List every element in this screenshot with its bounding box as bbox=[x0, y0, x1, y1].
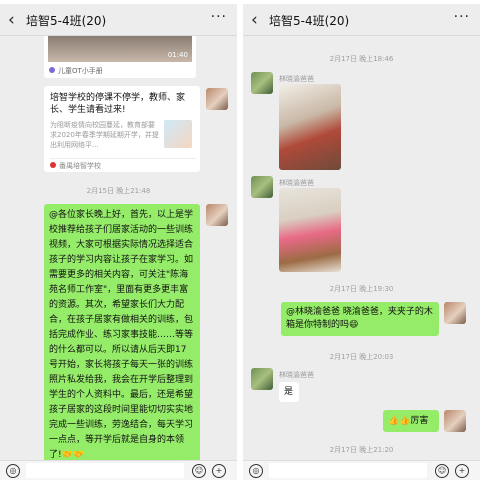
video-card[interactable]: 01:40 儿童OT小手册 bbox=[44, 36, 196, 78]
more-icon[interactable]: ··· bbox=[454, 9, 470, 25]
article-thumbnail bbox=[164, 120, 192, 148]
message-input[interactable] bbox=[26, 463, 184, 478]
video-source: 儿童OT小手册 bbox=[58, 67, 103, 75]
more-icon[interactable]: ··· bbox=[211, 9, 227, 25]
input-bar: ◎ ☺ + bbox=[243, 460, 480, 480]
chat-title: 培智5-4班(20) bbox=[269, 14, 350, 28]
timestamp: 2月17日 晚上21:20 bbox=[329, 446, 394, 454]
my-avatar[interactable] bbox=[444, 302, 466, 324]
emoji-icon[interactable]: ☺ bbox=[435, 464, 449, 478]
message-text: 👍👍厉害 bbox=[388, 416, 429, 426]
timestamp: 2月17日 晚上18:46 bbox=[329, 55, 394, 63]
my-avatar[interactable] bbox=[444, 410, 466, 432]
article-card[interactable]: 培智学校的停课不停学，教师、家长、学生请看过来! 为阻断疫情向校园蔓延，教育部要… bbox=[44, 86, 200, 172]
back-arrow-icon[interactable]: ‹ bbox=[251, 10, 258, 30]
account-icon bbox=[50, 162, 56, 168]
shared-photo[interactable] bbox=[279, 84, 341, 170]
my-message-bubble[interactable]: @林晓渝爸爸 晓渝爸爸，夹夹子的木箱是你特制的吗😄 bbox=[281, 302, 439, 336]
plus-icon[interactable]: + bbox=[212, 464, 226, 478]
message-text: @林晓渝爸爸 晓渝爸爸，夹夹子的木箱是你特制的吗😄 bbox=[286, 307, 433, 330]
sender-nickname: 林晓渝爸爸 bbox=[279, 75, 314, 83]
timestamp: 2月17日 晚上19:30 bbox=[329, 285, 394, 293]
timestamp: 2月17日 晚上20:03 bbox=[329, 353, 394, 361]
video-duration: 01:40 bbox=[167, 51, 188, 59]
voice-icon[interactable]: ◎ bbox=[249, 464, 263, 478]
back-arrow-icon[interactable]: ‹ bbox=[8, 10, 15, 30]
article-title: 培智学校的停课不停学，教师、家长、学生请看过来! bbox=[50, 93, 186, 115]
chat-screen-right: ‹ 培智5-4班(20) ··· 2月17日 晚上18:46 林晓渝爸爸 林晓渝… bbox=[243, 4, 480, 480]
sender-avatar[interactable] bbox=[251, 368, 273, 390]
message-text: @各位家长晚上好，首先，以上是学校推荐给孩子们居家活动的一些训练视频，大家可根据… bbox=[49, 210, 194, 460]
video-thumbnail: 01:40 bbox=[48, 36, 192, 62]
sender-avatar[interactable] bbox=[251, 72, 273, 94]
message-input[interactable] bbox=[269, 463, 427, 478]
emoji-icon[interactable]: ☺ bbox=[192, 464, 206, 478]
sender-nickname: 林晓渝爸爸 bbox=[279, 371, 314, 379]
chat-title: 培智5-4班(20) bbox=[26, 14, 107, 28]
my-avatar[interactable] bbox=[206, 204, 228, 226]
chat-screen-left: ‹ 培智5-4班(20) ··· 01:40 儿童OT小手册 培智学校的停课不停… bbox=[0, 4, 237, 480]
plus-icon[interactable]: + bbox=[455, 464, 469, 478]
voice-icon[interactable]: ◎ bbox=[6, 464, 20, 478]
sender-nickname: 林晓渝爸爸 bbox=[279, 179, 314, 187]
chat-header: ‹ 培智5-4班(20) ··· bbox=[243, 4, 480, 36]
sender-avatar[interactable] bbox=[251, 176, 273, 198]
mini-program-icon bbox=[49, 67, 55, 73]
article-source: 番禺培智学校 bbox=[59, 162, 101, 170]
other-message-bubble[interactable]: 是 bbox=[279, 382, 299, 402]
my-message-bubble[interactable]: @各位家长晚上好，首先，以上是学校推荐给孩子们居家活动的一些训练视频，大家可根据… bbox=[44, 204, 200, 467]
timestamp: 2月15日 晚上21:48 bbox=[86, 187, 151, 195]
my-message-bubble[interactable]: 👍👍厉害 bbox=[383, 410, 439, 432]
my-avatar[interactable] bbox=[206, 88, 228, 110]
shared-photo[interactable] bbox=[279, 188, 341, 272]
message-text: 是 bbox=[284, 387, 294, 397]
chat-header: ‹ 培智5-4班(20) ··· bbox=[0, 4, 237, 36]
article-desc: 为阻断疫情向校园蔓延，教育部要求2020年春季学期延期开学，并提出利用网络平..… bbox=[50, 121, 159, 149]
input-bar: ◎ ☺ + bbox=[0, 460, 237, 480]
